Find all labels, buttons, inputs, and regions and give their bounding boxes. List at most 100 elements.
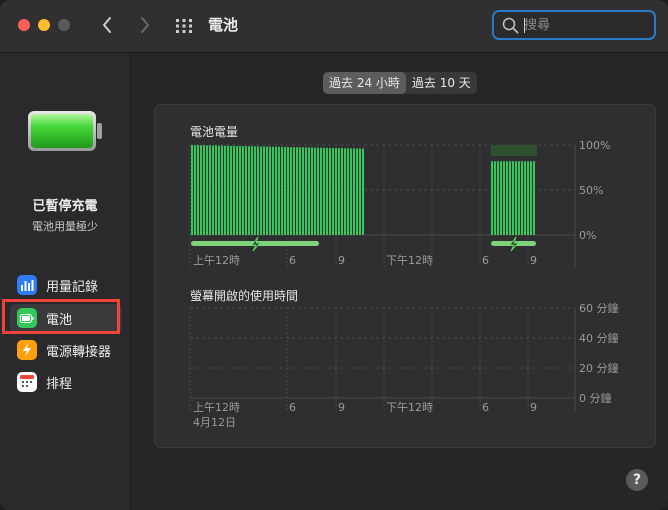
battery-level-bar <box>263 146 265 235</box>
battery-level-bar <box>335 148 337 235</box>
y-tick-label: 50% <box>579 184 603 197</box>
battery-level-chart: 100% 50% 0% 上午12時 6 9 下午12時 6 9 60 分鐘 40… <box>189 139 619 429</box>
battery-level-bar <box>272 146 274 235</box>
system-preferences-window: 電池 搜尋 已暫停充電 電池用量極少 用量記錄 電池 電源轉接器 排程 過去 2… <box>0 0 668 510</box>
battery-level-bar <box>257 146 259 235</box>
battery-level-bar <box>242 146 244 235</box>
battery-level-bar <box>326 147 328 235</box>
battery-level-bar <box>332 147 334 235</box>
battery-level-bar <box>287 147 289 235</box>
battery-level-bar <box>344 148 346 235</box>
battery-level-bar <box>233 145 235 235</box>
battery-level-bar <box>278 146 280 235</box>
battery-level-bar <box>494 161 496 235</box>
battery-level-bar <box>266 146 268 235</box>
date-label: 4月12日 <box>193 416 236 429</box>
battery-level-bar <box>341 148 343 235</box>
battery-level-bar <box>527 161 529 235</box>
battery-level-bar <box>512 161 514 235</box>
battery-level-bar <box>293 147 295 235</box>
battery-level-bar <box>356 148 358 235</box>
battery-level-bar <box>302 147 304 235</box>
battery-level-bar <box>245 146 247 235</box>
charging-bolt-icon <box>509 236 520 252</box>
battery-level-bar <box>218 145 220 235</box>
battery-level-bar <box>296 147 298 235</box>
battery-level-bar <box>230 145 232 235</box>
battery-level-bar <box>224 145 226 235</box>
y-tick-label: 40 分鐘 <box>579 331 619 345</box>
battery-level-bar <box>314 147 316 235</box>
battery-level-bar <box>524 161 526 235</box>
help-button[interactable]: ? <box>626 469 648 491</box>
battery-level-bar <box>353 148 355 235</box>
battery-level-bar <box>215 145 217 235</box>
battery-level-bar <box>209 145 211 235</box>
x-tick-label: 上午12時 <box>193 254 240 267</box>
battery-level-bar <box>260 146 262 235</box>
battery-level-bar <box>320 147 322 235</box>
y-tick-label: 20 分鐘 <box>579 361 619 375</box>
battery-level-bar <box>200 145 202 235</box>
battery-level-bar <box>299 147 301 235</box>
battery-level-bar <box>497 161 499 235</box>
battery-level-bar <box>518 161 520 235</box>
battery-level-bar <box>338 148 340 235</box>
battery-level-bar <box>311 147 313 235</box>
x-tick-label: 9 <box>338 254 345 267</box>
battery-level-bar <box>203 145 205 235</box>
battery-level-bar <box>515 161 517 235</box>
battery-level-bar <box>206 145 208 235</box>
battery-level-bar <box>290 147 292 235</box>
screen-time-chart-grid <box>189 307 576 412</box>
x-tick-label: 下午12時 <box>386 254 433 267</box>
x-tick-label: 6 <box>482 254 489 267</box>
battery-level-bar <box>284 146 286 235</box>
battery-level-bar <box>533 161 535 235</box>
x-tick-label: 9 <box>338 401 345 414</box>
battery-level-bar <box>197 145 199 235</box>
battery-level-bar <box>530 161 532 235</box>
battery-level-bar <box>254 146 256 235</box>
battery-level-bar <box>212 145 214 235</box>
battery-level-bar <box>500 161 502 235</box>
battery-level-bar <box>191 145 193 235</box>
charging-bolt-icon <box>251 236 262 252</box>
battery-level-bar <box>221 145 223 235</box>
battery-level-bar <box>362 148 364 235</box>
battery-level-bar <box>506 161 508 235</box>
battery-level-bar <box>329 147 331 235</box>
battery-level-bar <box>275 146 277 235</box>
battery-level-bar <box>194 145 196 235</box>
battery-level-bar <box>236 145 238 235</box>
battery-level-bar <box>503 161 505 235</box>
battery-level-bar <box>350 148 352 235</box>
battery-level-bar <box>269 146 271 235</box>
battery-level-bar <box>317 147 319 235</box>
battery-level-bar <box>359 148 361 235</box>
y-tick-label: 0 分鐘 <box>579 391 612 405</box>
battery-level-bar <box>521 161 523 235</box>
battery-level-bar <box>491 161 493 235</box>
battery-level-bar <box>227 145 229 235</box>
battery-level-bar <box>251 146 253 235</box>
x-tick-label: 6 <box>289 401 296 414</box>
y-tick-label: 60 分鐘 <box>579 301 619 315</box>
x-tick-label: 6 <box>289 254 296 267</box>
battery-level-bar <box>305 147 307 235</box>
battery-level-bar <box>308 147 310 235</box>
battery-level-bar <box>347 148 349 235</box>
battery-chart-shade <box>491 145 537 156</box>
x-tick-label: 上午12時 <box>193 401 240 414</box>
x-tick-label: 9 <box>530 254 537 267</box>
x-tick-label: 下午12時 <box>386 401 433 414</box>
y-tick-label: 100% <box>579 139 610 152</box>
battery-level-bar <box>509 161 511 235</box>
battery-level-bar <box>281 146 283 235</box>
y-tick-label: 0% <box>579 229 596 242</box>
x-tick-label: 6 <box>482 401 489 414</box>
battery-level-bar <box>239 146 241 235</box>
battery-level-bar <box>248 146 250 235</box>
battery-level-bar <box>323 147 325 235</box>
x-tick-label: 9 <box>530 401 537 414</box>
